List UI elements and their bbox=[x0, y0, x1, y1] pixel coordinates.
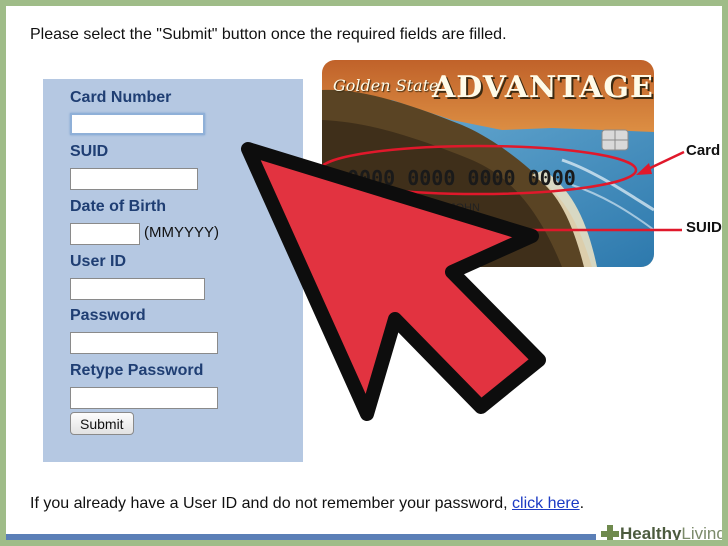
cross-icon bbox=[601, 525, 619, 540]
watermark: Healthy Living bbox=[596, 522, 722, 540]
pointer-arrow-icon bbox=[241, 142, 546, 421]
footer-suffix: . bbox=[579, 495, 585, 512]
watermark-word-healthy: Healthy bbox=[620, 524, 682, 540]
footer-text: If you already have a User ID and do not… bbox=[30, 495, 584, 513]
screenshot-frame: Please select the "Submit" button once t… bbox=[6, 6, 722, 540]
card-callout-arrowhead bbox=[636, 163, 652, 175]
annotation-overlay bbox=[241, 142, 685, 421]
card-callout-line bbox=[645, 150, 685, 172]
footer-prefix: If you already have a User ID and do not… bbox=[30, 495, 513, 512]
click-here-link[interactable]: click here bbox=[512, 495, 580, 512]
watermark-word-living: Living bbox=[681, 524, 722, 540]
